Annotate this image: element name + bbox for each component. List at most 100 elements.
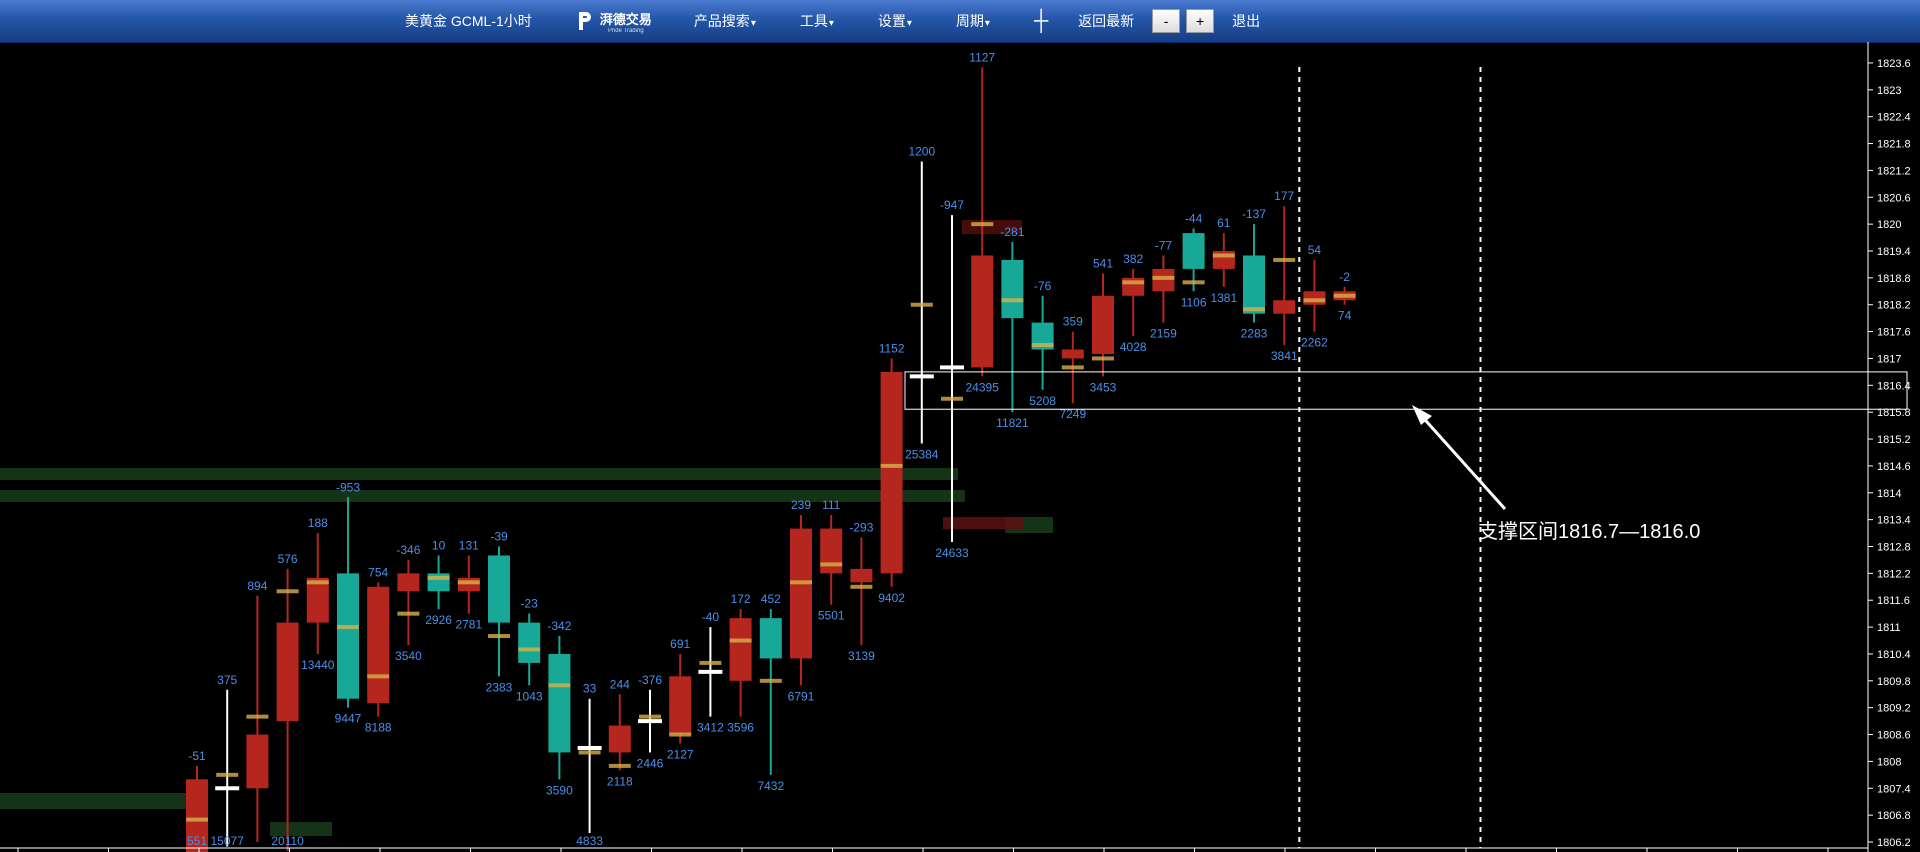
poc-marker (608, 763, 631, 768)
price-tick-label: 1807.4 (1877, 783, 1911, 795)
poc-marker (759, 678, 782, 683)
candle-delta-label: 131 (459, 538, 479, 552)
candle-volume-label: 3139 (848, 649, 875, 663)
zoom-out-button[interactable]: - (1152, 9, 1181, 33)
candle-volume-label: 25384 (905, 448, 939, 462)
poc-marker (1303, 298, 1326, 303)
poc-marker (1273, 257, 1296, 262)
poc-marker (1092, 356, 1114, 361)
candle-volume-label: 3412 (697, 721, 724, 735)
price-tick-label: 1812.2 (1877, 568, 1911, 580)
candle-body (246, 734, 269, 789)
poc-marker (639, 714, 661, 719)
zoom-in-button[interactable]: + (1186, 9, 1215, 33)
candle-body (518, 622, 541, 663)
candle-delta-label: -77 (1155, 238, 1173, 252)
price-tick-label: 1808.6 (1877, 730, 1911, 742)
candle-volume-label: 5208 (1029, 394, 1056, 408)
poc-marker (850, 584, 873, 589)
poc-marker (729, 638, 752, 643)
candle-volume-label: 1106 (1181, 295, 1207, 309)
menu-tools[interactable]: 工具 (800, 11, 834, 31)
candle-volume-label: 9447 (335, 712, 362, 726)
price-tick-label: 1820.6 (1877, 192, 1911, 204)
poc-marker (578, 750, 601, 755)
price-tick-label: 1809.8 (1877, 676, 1911, 688)
candle-body (215, 786, 240, 791)
volume-zone (943, 517, 1023, 529)
candle-volume-label: 3596 (727, 721, 754, 735)
poc-marker (1152, 275, 1175, 280)
candle-body (1303, 291, 1326, 305)
candle-volume-label: 3841 (1271, 349, 1298, 363)
candle-volume-label: 20110 (271, 834, 304, 848)
candle-delta-label: -346 (396, 543, 420, 557)
logo-subtext: Pride Trading (607, 27, 644, 34)
candle-volume-label: 2383 (486, 680, 513, 694)
candle-volume-label: 1381 (1210, 291, 1237, 305)
candle-delta-label: 172 (731, 592, 751, 606)
symbol-title: 美黄金 GCML-1小时 (405, 13, 532, 29)
candle-delta-label: -51 (188, 749, 206, 763)
price-tick-label: 1806.8 (1877, 810, 1911, 822)
annotation-text: 支撑区间1816.7—1816.0 (1478, 520, 1700, 543)
poc-marker (790, 580, 812, 585)
menu-product-search[interactable]: 产品搜索 (694, 11, 756, 31)
poc-marker (367, 674, 390, 679)
volume-zone (0, 793, 190, 809)
exit-button[interactable]: 退出 (1232, 11, 1260, 31)
candle-body (850, 568, 873, 583)
candle-delta-label: -44 (1185, 212, 1203, 226)
candle-body (1152, 268, 1175, 292)
price-tick-label: 1817 (1877, 353, 1901, 365)
candle-volume-label: 3453 (1090, 380, 1117, 394)
crosshair-icon[interactable]: ┼ (1034, 11, 1048, 31)
candle-delta-label: -947 (940, 198, 964, 212)
candle-delta-label: 452 (761, 592, 781, 606)
candle-body (1182, 233, 1205, 269)
candle-delta-label: 691 (670, 637, 690, 651)
candle-delta-label: 382 (1123, 252, 1143, 266)
price-tick-label: 1816.4 (1877, 380, 1911, 392)
candle-body (457, 577, 480, 592)
candle-body (397, 573, 420, 592)
candle-volume-label: 551 (187, 834, 207, 848)
poc-marker (306, 580, 329, 585)
menu-settings[interactable]: 设置 (878, 11, 912, 31)
candle-volume-label: 2159 (1150, 327, 1177, 341)
price-tick-label: 1811.6 (1877, 595, 1910, 607)
candle-body (1273, 300, 1296, 314)
price-tick-label: 1812.8 (1877, 542, 1911, 554)
candle-delta-label: 239 (791, 498, 811, 512)
poc-marker (1212, 253, 1235, 258)
candle-volume-label: 5501 (818, 609, 845, 623)
poc-marker (397, 611, 420, 616)
candle-volume-label: 2283 (1241, 327, 1268, 341)
candle-body (577, 745, 602, 750)
price-chart[interactable]: -51 551 375 15077 894 576 20110 188 13440 -953 944… (0, 42, 1920, 852)
arrow-head-icon (1412, 405, 1432, 425)
candle-delta-label: 375 (217, 673, 237, 687)
return-latest-button[interactable]: 返回最新 (1078, 11, 1134, 31)
candle-delta-label: -23 (521, 597, 539, 611)
poc-marker (337, 625, 359, 630)
price-tick-label: 1823 (1877, 85, 1901, 97)
poc-marker (548, 683, 571, 688)
candle-delta-label: 359 (1063, 315, 1083, 329)
candle-volume-label: 1043 (516, 689, 543, 703)
poc-marker (1061, 365, 1084, 370)
poc-marker (941, 396, 963, 401)
candle-delta-label: -293 (849, 521, 873, 535)
candle-delta-label: -137 (1242, 207, 1266, 221)
candle-volume-label: 2446 (637, 756, 664, 770)
logo-text: 湃德交易 (599, 11, 652, 27)
poc-marker (699, 660, 722, 665)
poc-marker (910, 302, 933, 307)
candle-delta-label: -342 (547, 619, 571, 633)
menu-period[interactable]: 周期 (956, 11, 990, 31)
candle-delta-label: 894 (247, 579, 267, 593)
poc-marker (1122, 280, 1145, 285)
candle-delta-label: -39 (490, 530, 508, 544)
candle-body (759, 618, 782, 659)
candle-delta-label: 188 (308, 516, 328, 530)
